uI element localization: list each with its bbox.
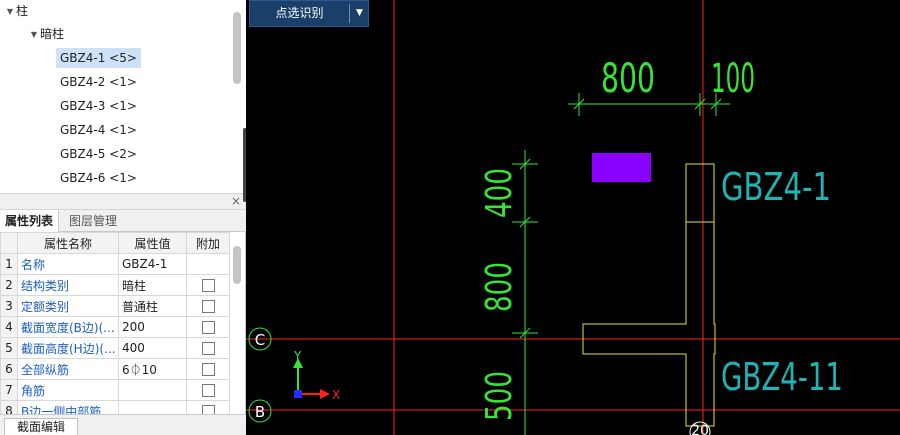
extra-cell — [186, 337, 230, 359]
property-name[interactable]: 定额类别 — [17, 295, 119, 317]
property-value[interactable] — [118, 379, 187, 401]
extra-cell — [186, 358, 230, 380]
close-icon[interactable]: × — [231, 194, 241, 209]
panel-divider-bar: × — [0, 193, 246, 210]
extra-checkbox[interactable] — [201, 384, 215, 397]
bottom-tab-bar: 截面编辑 — [0, 414, 246, 435]
extra-cell — [186, 379, 230, 401]
ucs-y-label: Y — [293, 349, 302, 363]
extra-cell — [186, 316, 230, 338]
table-row[interactable]: 2 结构类别 暗柱 — [0, 274, 230, 296]
column-label-gbz4-1: GBZ4-1 — [721, 165, 831, 209]
property-value[interactable]: 200 — [118, 316, 187, 338]
extra-checkbox[interactable] — [201, 300, 215, 313]
property-name[interactable]: 全部纵筋 — [17, 358, 119, 380]
property-name[interactable]: 截面高度(H边)(... — [17, 337, 119, 359]
dimension-top-800: 800 — [601, 56, 655, 102]
ucs-x-label: X — [332, 388, 340, 402]
tree-item-gbz4-1[interactable]: GBZ4-1 <5> — [56, 48, 141, 68]
table-row[interactable]: 4 截面宽度(B边)(... 200 — [0, 316, 230, 338]
property-name[interactable]: 截面宽度(B边)(... — [17, 316, 119, 338]
property-table: 属性名称 属性值 附加 1 名称 GBZ4-1 2 结构类别 暗柱 3 定额类别… — [0, 232, 230, 422]
caret-down-icon[interactable]: ▼ — [350, 1, 369, 26]
dimension-left-500: 500 — [479, 371, 520, 421]
column-outline-gbz4-1[interactable] — [685, 163, 715, 223]
row-index: 2 — [0, 274, 18, 296]
extra-cell — [186, 295, 230, 317]
tab-section-edit[interactable]: 截面编辑 — [4, 418, 79, 435]
property-value[interactable]: 暗柱 — [118, 274, 187, 296]
row-index: 1 — [0, 253, 18, 275]
extra-checkbox[interactable] — [201, 321, 215, 334]
tree-item-gbz4-3[interactable]: GBZ4-3 <1> — [56, 96, 141, 116]
cad-canvas[interactable]: C B 800 100 400 800 500 GBZ4-1 GBZ4-11 2… — [246, 0, 900, 435]
caret-down-icon[interactable]: ▼ — [28, 24, 40, 46]
ucs-icon — [293, 358, 330, 399]
row-index: 5 — [0, 337, 18, 359]
header-value: 属性值 — [118, 232, 187, 254]
property-value[interactable]: 普通柱 — [118, 295, 187, 317]
tree-group-label: 暗柱 — [40, 27, 65, 41]
column-label-gbz4-11: GBZ4-11 — [721, 355, 843, 399]
tree-scrollbar[interactable] — [233, 12, 241, 84]
panel-tabs: 属性列表 图层管理 — [0, 210, 246, 232]
tree-item-gbz4-5[interactable]: GBZ4-5 <2> — [56, 144, 141, 164]
tree-item-gbz4-2[interactable]: GBZ4-2 <1> — [56, 72, 141, 92]
property-name[interactable]: 角筋 — [17, 379, 119, 401]
tree-item-gbz4-4[interactable]: GBZ4-4 <1> — [56, 120, 141, 140]
select-recognize-button[interactable]: 点选识别 — [250, 1, 349, 26]
table-row[interactable]: 3 定额类别 普通柱 — [0, 295, 230, 317]
header-extra: 附加 — [186, 232, 230, 254]
table-row[interactable]: 5 截面高度(H边)(... 400 — [0, 337, 230, 359]
dimension-left-400: 400 — [479, 168, 520, 218]
extra-checkbox[interactable] — [201, 279, 215, 292]
property-name[interactable]: 结构类别 — [17, 274, 119, 296]
property-value[interactable]: 400 — [118, 337, 187, 359]
cad-drawing: C B 800 100 400 800 500 GBZ4-1 GBZ4-11 2… — [246, 0, 900, 435]
row-index: 3 — [0, 295, 18, 317]
row-index: 7 — [0, 379, 18, 401]
extra-cell — [186, 253, 230, 275]
table-row[interactable]: 1 名称 GBZ4-1 — [0, 253, 230, 275]
extra-cell — [186, 274, 230, 296]
tree-group-node[interactable]: ▼ 暗柱 — [28, 23, 64, 45]
table-row[interactable]: 6 全部纵筋 6⏀10 — [0, 358, 230, 380]
extra-checkbox[interactable] — [201, 342, 215, 355]
column-outline-gbz4-11[interactable] — [582, 222, 716, 427]
recognition-toolbar: 点选识别 ▼ — [249, 0, 369, 27]
dimension-left-800: 800 — [479, 262, 520, 312]
tree-root-label: 柱 — [16, 4, 29, 18]
axis-label-b: B — [255, 403, 265, 421]
dimension-top-100: 100 — [711, 56, 755, 102]
axis-label-c: C — [255, 331, 265, 349]
extra-checkbox[interactable] — [201, 363, 215, 376]
tab-properties[interactable]: 属性列表 — [0, 210, 60, 232]
row-index: 4 — [0, 316, 18, 338]
tree-root-node[interactable]: ▼ 柱 — [4, 0, 28, 22]
table-row[interactable]: 7 角筋 — [0, 379, 230, 401]
left-panel: ▼ 柱 ▼ 暗柱 GBZ4-1 <5> GBZ4-2 <1> GBZ4-3 <1> … — [0, 0, 246, 435]
property-value[interactable]: GBZ4-1 — [118, 253, 187, 275]
header-name: 属性名称 — [17, 232, 119, 254]
row-index: 6 — [0, 358, 18, 380]
dimension-bottom-20: 20 — [691, 423, 709, 435]
caret-down-icon[interactable]: ▼ — [4, 1, 16, 23]
tab-layers[interactable]: 图层管理 — [64, 210, 122, 232]
property-value[interactable]: 6⏀10 — [118, 358, 187, 380]
property-scrollbar[interactable] — [233, 246, 241, 284]
component-tree: ▼ 柱 ▼ 暗柱 GBZ4-1 <5> GBZ4-2 <1> GBZ4-3 <1> … — [0, 0, 246, 193]
header-index — [0, 232, 18, 254]
property-table-header: 属性名称 属性值 附加 — [0, 232, 230, 254]
tree-item-gbz4-6[interactable]: GBZ4-6 <1> — [56, 168, 141, 188]
property-name[interactable]: 名称 — [17, 253, 119, 275]
selection-highlight[interactable] — [592, 153, 651, 182]
